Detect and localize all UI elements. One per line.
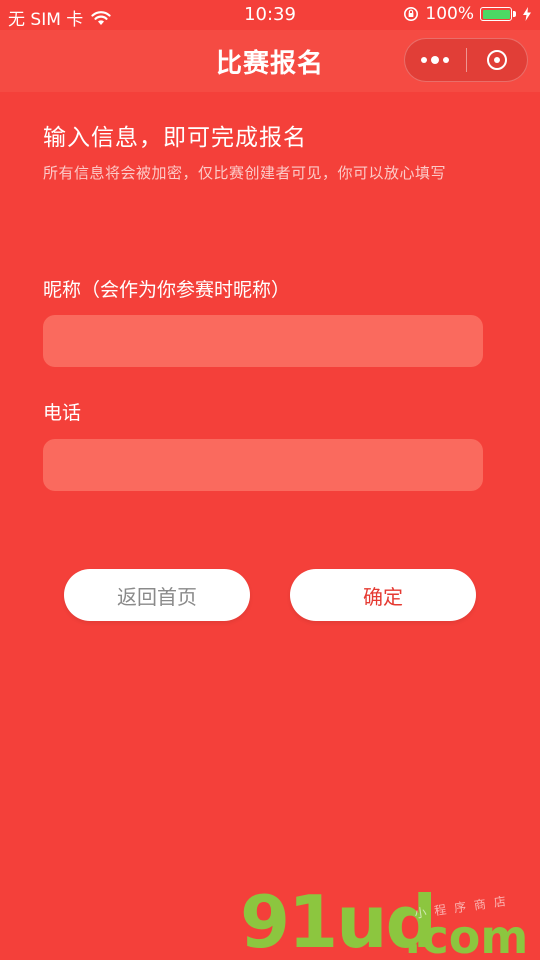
- bolt-icon: [523, 7, 531, 21]
- battery-fill: [482, 9, 510, 19]
- app-screen: 无 SIM 卡 10:39 100% 比赛报名 输入信息，即可完成报名 所有信息…: [0, 0, 540, 960]
- phone-label: 电话: [43, 402, 82, 424]
- mini-program-capsule: [404, 38, 528, 82]
- nickname-label: 昵称（会作为你参赛时昵称）: [43, 279, 291, 301]
- back-home-label: 返回首页: [117, 584, 197, 609]
- nav-bar: 比赛报名: [0, 30, 540, 92]
- close-button[interactable]: [467, 39, 528, 81]
- status-right-group: 100%: [403, 4, 532, 24]
- battery-icon: [480, 7, 516, 21]
- phone-input[interactable]: [43, 439, 483, 491]
- more-dots-icon[interactable]: [405, 39, 466, 81]
- back-home-button[interactable]: 返回首页: [64, 569, 250, 621]
- status-bar: 无 SIM 卡 10:39 100%: [0, 0, 540, 30]
- rotation-lock-icon: [404, 7, 419, 21]
- confirm-label: 确定: [363, 584, 403, 609]
- form-subline: 所有信息将会被加密，仅比赛创建者可见，你可以放心填写: [43, 164, 447, 182]
- watermark-logo: 91ud .com 小程序商店: [240, 880, 540, 960]
- battery-percent: 100%: [425, 4, 474, 24]
- target-circle-icon: [486, 50, 507, 70]
- form-headline: 输入信息，即可完成报名: [43, 125, 307, 151]
- confirm-button[interactable]: 确定: [290, 569, 476, 621]
- nickname-input[interactable]: [43, 315, 483, 367]
